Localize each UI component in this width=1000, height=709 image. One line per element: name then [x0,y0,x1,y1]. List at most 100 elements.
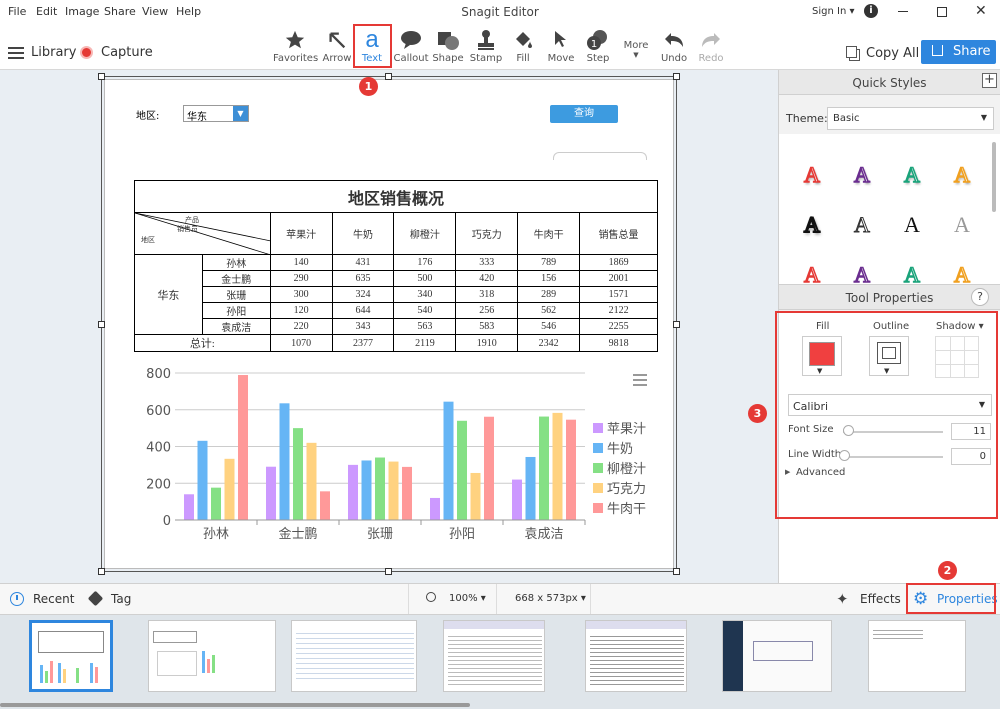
table-row: 张珊 300 324 340 318 289 1571 [135,286,658,303]
thumbnail-item[interactable] [148,620,276,692]
col-header: 柳橙汁 [393,212,457,255]
svg-text:1: 1 [591,39,597,50]
chart-bar [293,428,303,520]
favorites-tool[interactable]: Favorites [273,28,318,68]
col-header: 牛肉干 [517,212,581,255]
collapse-tab[interactable] [553,152,647,160]
menu-help[interactable]: Help [176,5,201,18]
chart-bar [238,375,248,520]
dimensions-dropdown[interactable]: 668 x 573px ▾ [515,593,586,604]
legend-swatch [593,443,603,453]
diag-region-label: 地区 [141,236,155,244]
chart-bar [525,456,536,520]
resize-handle[interactable] [98,568,105,575]
thumbnail-item[interactable] [585,620,687,692]
tool-properties-header: Tool Properties ? [779,284,1000,310]
capture-record-icon[interactable] [80,46,93,59]
maximize-icon[interactable] [937,7,947,17]
totals-row: 总计: 1070 2377 2119 1910 2342 9818 [134,334,658,352]
resize-handle[interactable] [673,321,680,328]
close-icon[interactable]: ✕ [975,3,987,19]
quick-styles-header: Quick Styles + [779,70,1000,95]
menu-bar: File Edit Image Share View Help Snagit E… [0,0,1000,24]
tag-tab[interactable]: Tag [111,592,131,606]
thumbnail-item[interactable] [443,620,545,692]
style-swatch[interactable]: A [799,211,825,238]
style-swatch[interactable]: A [849,161,875,188]
zoom-dropdown[interactable]: 100% ▾ [449,593,486,604]
sign-in-button[interactable]: Sign In ▾ [812,6,854,17]
col-header: 巧克力 [455,212,519,255]
resize-handle[interactable] [98,73,105,80]
help-icon[interactable]: ? [971,288,989,306]
captured-image[interactable]: 地区: 华东 ▼ 查询 地区销售概况 产品 销售员 地区 苹果汁 牛奶 柳橙汁 … [105,80,673,568]
chart-bar [279,403,290,520]
effects-button[interactable]: Effects [860,592,901,606]
chart-bar [266,466,276,520]
menu-share[interactable]: Share [104,5,136,18]
bottom-bar: Recent Tag 100% ▾ 668 x 573px ▾ ✦ Effect… [0,583,1000,615]
col-header: 销售总量 [579,212,658,255]
tray-scrollbar[interactable] [0,703,470,707]
sales-table: 地区销售概况 产品 销售员 地区 苹果汁 牛奶 柳橙汁 巧克力 牛肉干 销售总量… [134,180,658,352]
chart-bar [184,494,194,520]
thumbnail-item[interactable] [722,620,832,692]
chart-bar [566,419,576,520]
annotation-badge-1: 1 [359,77,378,96]
minimize-icon[interactable] [898,11,908,12]
style-swatch[interactable]: A [949,212,975,238]
resize-handle[interactable] [673,73,680,80]
theme-select[interactable]: Basic ▼ [827,107,994,130]
copy-all-button[interactable]: Copy All [866,46,919,61]
style-swatch[interactable]: A [799,161,825,188]
style-swatch[interactable]: A [849,212,875,238]
region-label: 地区: [136,111,160,122]
thumbnail-item[interactable] [291,620,417,692]
query-button[interactable]: 查询 [550,105,618,123]
style-swatch[interactable]: A [949,161,975,188]
menu-image[interactable]: Image [65,5,99,18]
canvas-area[interactable]: 地区: 华东 ▼ 查询 地区销售概况 产品 销售员 地区 苹果汁 牛奶 柳橙汁 … [0,70,778,583]
resize-handle[interactable] [385,568,392,575]
style-swatch[interactable]: A [899,212,925,238]
filter-panel: 地区: 华东 ▼ 查询 [105,80,673,158]
share-button[interactable]: Share [921,40,996,64]
zoom-icon [426,592,436,602]
diagonal-header-cell: 产品 销售员 地区 [134,212,271,255]
legend-swatch [593,463,603,473]
thumbnail-item[interactable] [868,620,966,692]
chart-bar [224,458,235,520]
region-cell: 华东 [134,254,203,335]
quick-styles-title: Quick Styles [852,76,927,90]
table-row: 华东 孙林 140 431 176 333 789 1869 [134,254,658,335]
legend-label: 苹果汁 [607,422,646,437]
region-select[interactable]: 华东 ▼ [183,105,249,123]
table-row: 金士鹏 290 635 500 420 156 2001 [135,270,658,287]
info-icon[interactable]: i [864,4,878,18]
chart-bar [457,420,467,520]
capture-button[interactable]: Capture [101,45,153,60]
recent-tab[interactable]: Recent [33,592,74,606]
menu-file[interactable]: File [8,5,26,18]
chart-bar [361,460,372,520]
library-button[interactable]: Library [31,45,76,60]
resize-handle[interactable] [385,73,392,80]
resize-handle[interactable] [673,568,680,575]
add-style-icon[interactable]: + [982,73,997,88]
resize-handle[interactable] [98,321,105,328]
total-label: 总计: [134,334,271,352]
scrollbar[interactable] [992,142,996,212]
chart-bar [197,440,208,520]
hamburger-icon[interactable] [8,52,24,54]
menu-view[interactable]: View [142,5,168,18]
menu-edit[interactable]: Edit [36,5,57,18]
redo-button[interactable]: Redo [689,28,733,68]
thumbnail-tray [0,615,1000,709]
divider [408,584,409,614]
divider [496,584,497,614]
chart-bar [348,464,358,520]
style-swatch[interactable]: A [899,161,925,188]
annotation-badge-3: 3 [748,404,767,423]
thumbnail-item-selected[interactable] [29,620,113,692]
legend-swatch [593,503,603,513]
